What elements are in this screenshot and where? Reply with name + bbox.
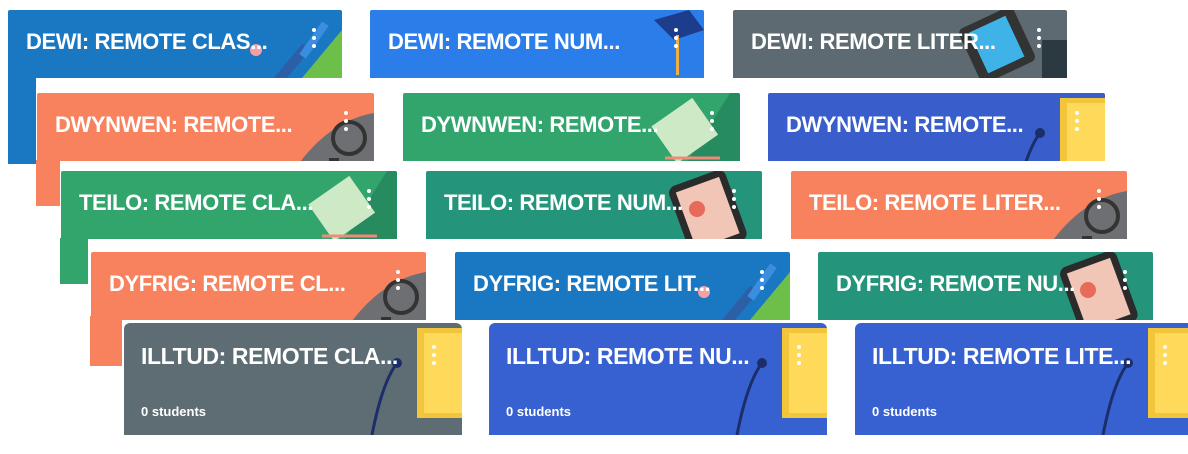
more-options-icon[interactable] [396,270,400,290]
more-options-icon[interactable] [674,28,678,48]
student-count: 0 students [872,404,938,419]
class-card-title[interactable]: ILLTUD: REMOTE NU... [506,343,750,370]
more-options-icon[interactable] [760,270,764,290]
class-card[interactable]: DWYNWEN: REMOTE... [768,93,1105,161]
book-icon [370,328,462,435]
class-card[interactable]: DEWI: REMOTE NUM... [370,10,704,78]
stack-edge [90,316,122,366]
class-card[interactable]: DWYNWEN: REMOTE... [37,93,374,161]
class-card-title[interactable]: DYFRIG: REMOTE LIT... [473,271,711,297]
class-card-title[interactable]: DWYNWEN: REMOTE... [786,112,1024,138]
book-icon [735,328,827,435]
more-options-icon[interactable] [1075,111,1079,131]
stack-edge [8,78,36,164]
class-card[interactable]: DEWI: REMOTE CLAS... [8,10,342,78]
class-card[interactable]: DYFRIG: REMOTE CL... [91,252,426,320]
more-options-icon[interactable] [710,111,714,131]
class-card-title[interactable]: TEILO: REMOTE LITER... [809,190,1061,216]
class-card-title[interactable]: TEILO: REMOTE NUM... [444,190,683,216]
class-card[interactable]: DYFRIG: REMOTE NU... [818,252,1153,320]
class-card[interactable]: DEWI: REMOTE LITER... [733,10,1067,78]
more-options-icon[interactable] [732,189,736,209]
more-options-icon[interactable] [1123,270,1127,290]
more-options-icon[interactable] [312,28,316,48]
class-card-title[interactable]: DYWNWEN: REMOTE... [421,112,659,138]
class-card[interactable]: TEILO: REMOTE NUM... [426,171,762,239]
more-options-icon[interactable] [1037,28,1041,48]
class-card-title[interactable]: DEWI: REMOTE LITER... [751,29,996,55]
class-card[interactable]: DYWNWEN: REMOTE... [403,93,740,161]
more-options-icon[interactable] [432,345,436,365]
class-card[interactable]: TEILO: REMOTE CLA... [61,171,397,239]
class-card[interactable]: ILLTUD: REMOTE LITE... 0 students [855,323,1188,435]
class-card-title[interactable]: DEWI: REMOTE CLAS... [26,29,268,55]
class-card-title[interactable]: DEWI: REMOTE NUM... [388,29,620,55]
student-count: 0 students [141,404,207,419]
class-card[interactable]: ILLTUD: REMOTE NU... 0 students [489,323,827,435]
class-card-title[interactable]: TEILO: REMOTE CLA... [79,190,313,216]
class-card-title[interactable]: DYFRIG: REMOTE NU... [836,271,1075,297]
student-count: 0 students [506,404,572,419]
more-options-icon[interactable] [1097,189,1101,209]
class-card-title[interactable]: ILLTUD: REMOTE CLA... [141,343,398,370]
class-card[interactable]: TEILO: REMOTE LITER... [791,171,1127,239]
class-card[interactable]: DYFRIG: REMOTE LIT... [455,252,790,320]
more-options-icon[interactable] [367,189,371,209]
more-options-icon[interactable] [797,345,801,365]
class-card-title[interactable]: DYFRIG: REMOTE CL... [109,271,346,297]
class-card-title[interactable]: DWYNWEN: REMOTE... [55,112,293,138]
more-options-icon[interactable] [344,111,348,131]
stack-edge [60,238,88,284]
class-card-title[interactable]: ILLTUD: REMOTE LITE... [872,343,1131,370]
more-options-icon[interactable] [1163,345,1167,365]
book-icon [1101,328,1188,435]
class-card[interactable]: ILLTUD: REMOTE CLA... 0 students [124,323,462,435]
stack-edge [36,160,60,206]
